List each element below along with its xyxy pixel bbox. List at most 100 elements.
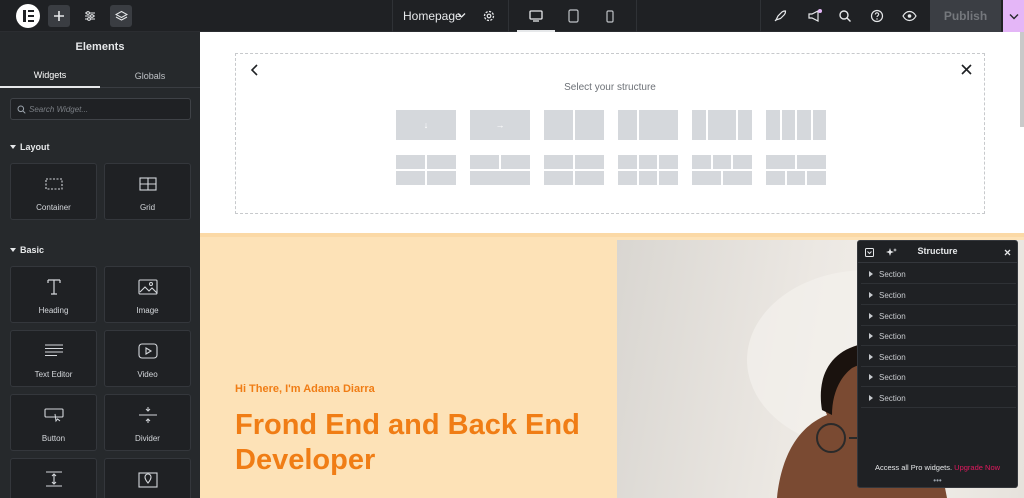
structure-option-row[interactable]: → <box>470 110 530 140</box>
close-icon[interactable] <box>961 64 972 75</box>
structure-option-grid-side[interactable] <box>544 155 604 185</box>
tab-globals[interactable]: Globals <box>100 64 200 88</box>
widget-spacer[interactable] <box>10 458 97 498</box>
rocket-icon[interactable] <box>773 9 787 23</box>
search-widget-input[interactable] <box>29 102 184 117</box>
close-icon[interactable] <box>1004 249 1011 256</box>
back-icon[interactable] <box>250 64 260 76</box>
structure-item-label: Section <box>879 269 906 279</box>
structure-option-grid-3x2[interactable] <box>618 155 679 185</box>
add-icon <box>54 11 64 21</box>
elementor-logo[interactable] <box>16 4 40 28</box>
widget-divider[interactable]: Divider <box>104 394 191 451</box>
spacer-icon <box>45 471 62 487</box>
resize-grip-icon[interactable]: ••• <box>858 477 1017 485</box>
structure-option-grid-2-1[interactable] <box>470 155 530 185</box>
tab-widgets[interactable]: Widgets <box>0 64 100 88</box>
structure-item-label: Section <box>879 352 906 362</box>
structure-item-section[interactable]: Section <box>861 348 1016 367</box>
caret-right-icon <box>869 271 873 277</box>
desktop-icon <box>529 10 543 22</box>
widget-button[interactable]: Button <box>10 394 97 451</box>
category-label: Basic <box>20 245 45 255</box>
widget-grid[interactable]: Grid <box>104 163 191 220</box>
structure-option-3col[interactable] <box>692 110 752 140</box>
caret-right-icon <box>869 313 873 319</box>
structure-item-section[interactable]: Section <box>861 389 1016 408</box>
heading-icon <box>46 279 61 295</box>
divider <box>636 0 637 32</box>
widget-container[interactable]: Container <box>10 163 97 220</box>
structure-item-label: Section <box>879 393 906 403</box>
search-icon[interactable] <box>838 9 852 23</box>
caret-down-icon <box>10 144 16 149</box>
grid-icon <box>138 177 157 191</box>
tablet-icon[interactable] <box>568 9 579 23</box>
divider <box>392 0 393 32</box>
site-settings-button[interactable] <box>79 5 101 27</box>
canvas-scrollbar[interactable] <box>1020 32 1024 127</box>
structure-button[interactable] <box>110 5 132 27</box>
widget-text-editor[interactable]: Text Editor <box>10 330 97 387</box>
settings-sliders-icon <box>85 11 95 21</box>
structure-option-grid-2-3[interactable] <box>766 155 827 185</box>
desktop-mode-button[interactable] <box>517 0 555 32</box>
help-icon[interactable] <box>870 9 884 23</box>
structure-item-section[interactable]: Section <box>861 286 1016 305</box>
hero-subtitle[interactable]: Hi There, I'm Adama Diarra <box>235 383 375 395</box>
category-basic[interactable]: Basic <box>10 245 44 255</box>
container-icon <box>44 178 63 190</box>
caret-right-icon <box>869 333 873 339</box>
elements-panel: Elements Widgets Globals Layout Containe… <box>0 32 200 498</box>
widget-label: Button <box>41 434 66 443</box>
upgrade-now-link[interactable]: Upgrade Now <box>954 463 1000 472</box>
eye-icon[interactable] <box>902 10 917 22</box>
caret-right-icon <box>869 374 873 380</box>
structure-item-section[interactable]: Section <box>861 327 1016 346</box>
structure-option-grid-2x2[interactable] <box>396 155 456 185</box>
widget-video[interactable]: Video <box>104 330 191 387</box>
structure-picker: Select your structure ↓ → <box>235 53 985 214</box>
hero-top-strip <box>200 233 1024 237</box>
widget-image[interactable]: Image <box>104 266 191 323</box>
caret-right-icon <box>869 354 873 360</box>
caret-right-icon <box>869 395 873 401</box>
gear-icon[interactable] <box>482 9 496 23</box>
widget-label: Container <box>36 203 71 212</box>
button-icon <box>43 408 64 423</box>
chevron-down-icon <box>1009 13 1018 19</box>
structure-option-column[interactable]: ↓ <box>396 110 456 140</box>
megaphone-icon[interactable] <box>807 8 823 23</box>
structure-item-section[interactable]: Section <box>861 368 1016 387</box>
structure-item-section[interactable]: Section <box>861 265 1016 284</box>
structure-option-grid-3-2[interactable] <box>692 155 753 185</box>
category-layout[interactable]: Layout <box>10 142 50 152</box>
publish-options-button[interactable] <box>1003 0 1024 32</box>
widget-label: Grid <box>139 203 156 212</box>
panel-title: Elements <box>75 41 125 53</box>
image-icon <box>137 279 158 295</box>
search-widget-field[interactable] <box>10 98 191 120</box>
mobile-icon[interactable] <box>606 10 614 23</box>
widget-google-maps[interactable] <box>104 458 191 498</box>
panel-tabs: Widgets Globals <box>0 64 200 88</box>
structure-item-section[interactable]: Section <box>861 307 1016 326</box>
search-icon <box>17 105 26 114</box>
add-element-button[interactable] <box>48 5 70 27</box>
layers-icon <box>114 10 128 21</box>
hero-title[interactable]: Frond End and Back End Developer <box>235 408 615 478</box>
structure-option-2col-wide[interactable] <box>618 110 678 140</box>
structure-item-label: Section <box>879 331 906 341</box>
widget-heading[interactable]: Heading <box>10 266 97 323</box>
structure-item-label: Section <box>879 311 906 321</box>
chevron-down-icon[interactable] <box>457 12 466 19</box>
structure-option-4col[interactable] <box>766 110 826 140</box>
structure-option-2col[interactable] <box>544 110 604 140</box>
divider <box>760 0 761 32</box>
widget-label: Divider <box>135 434 160 443</box>
page-selector[interactable]: Homepage <box>403 9 462 23</box>
top-bar: Homepage Publish <box>0 0 1024 32</box>
publish-button[interactable]: Publish <box>930 0 1001 32</box>
structure-title: Structure <box>917 246 958 256</box>
text-editor-icon <box>44 344 63 357</box>
